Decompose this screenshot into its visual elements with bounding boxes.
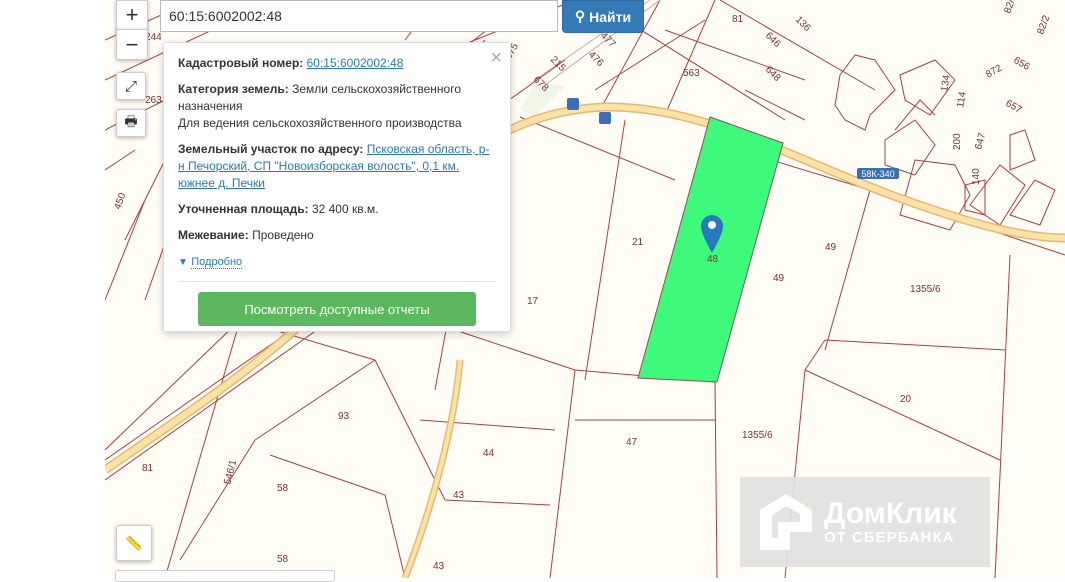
svg-text:263: 263 [145, 95, 162, 106]
svg-text:49: 49 [825, 242, 837, 253]
svg-text:563: 563 [683, 68, 700, 79]
zoom-out-button[interactable]: − [116, 29, 148, 60]
svg-text:81: 81 [732, 14, 744, 25]
area-label: Уточненная площадь: [178, 202, 309, 216]
svg-text:1355/6: 1355/6 [910, 284, 941, 295]
magnifier-icon: ⚲ [574, 8, 586, 24]
svg-text:136: 136 [793, 14, 813, 34]
survey-value: Проведено [252, 228, 314, 242]
view-reports-button[interactable]: Посмотреть доступные отчеты [198, 292, 476, 326]
svg-text:43: 43 [433, 561, 445, 572]
svg-text:44: 44 [483, 448, 495, 459]
svg-text:48: 48 [707, 254, 719, 265]
fullscreen-button[interactable]: ⤢ [116, 72, 146, 100]
logo-line1: ДомКлик [824, 496, 957, 530]
caret-down-icon: ▼ [178, 257, 188, 268]
category-label: Категория земель: [178, 82, 289, 96]
print-button[interactable]: 🖶 [116, 109, 146, 137]
svg-text:20: 20 [900, 394, 912, 405]
svg-text:1355/6: 1355/6 [742, 430, 773, 441]
svg-text:58К-340: 58К-340 [861, 169, 894, 179]
ruler-icon: 📏 [125, 534, 143, 551]
search-button-label: Найти [589, 8, 632, 25]
svg-text:647: 647 [973, 131, 988, 150]
bus-stop-icon [599, 112, 611, 124]
svg-text:200: 200 [952, 133, 963, 150]
svg-text:17: 17 [527, 296, 539, 307]
divider [178, 281, 496, 282]
svg-text:21: 21 [632, 237, 644, 248]
expand-icon: ⤢ [124, 77, 137, 95]
svg-text:657: 657 [1004, 98, 1024, 116]
svg-text:93: 93 [338, 411, 350, 422]
svg-text:58: 58 [277, 483, 289, 494]
search-input[interactable] [160, 0, 558, 32]
area-value: 32 400 кв.м. [311, 202, 379, 216]
bottom-panel [115, 570, 335, 582]
usage-value: Для ведения сельскохозяйственного произв… [178, 116, 462, 130]
domclick-logo: ДомКлик ОТ СБЕРБАНКА [740, 477, 990, 567]
road-sign: 58К-340 [857, 168, 899, 179]
svg-text:648: 648 [763, 64, 783, 84]
survey-label: Межевание: [178, 228, 249, 242]
svg-text:43: 43 [453, 490, 465, 501]
svg-text:82/2: 82/2 [1035, 14, 1052, 36]
search-button[interactable]: ⚲ Найти [562, 0, 644, 33]
svg-text:140: 140 [971, 168, 982, 185]
svg-text:215: 215 [548, 54, 568, 74]
bus-stop-icon [567, 98, 579, 110]
address-label: Земельный участок по адресу: [178, 142, 364, 156]
more-details-link[interactable]: Подробно [191, 256, 243, 269]
zoom-in-button[interactable]: + [116, 0, 148, 30]
svg-text:450: 450 [112, 191, 128, 211]
svg-text:114: 114 [955, 90, 969, 108]
svg-text:872: 872 [984, 63, 1004, 81]
cadastral-label: Кадастровый номер: [178, 56, 304, 70]
svg-text:656: 656 [1012, 55, 1032, 73]
logo-line2: ОТ СБЕРБАНКА [824, 528, 955, 546]
svg-text:58: 58 [277, 554, 289, 565]
svg-text:82/: 82/ [1002, 0, 1017, 15]
printer-icon: 🖶 [124, 113, 138, 129]
svg-text:134: 134 [939, 74, 953, 93]
ruler-button[interactable]: 📏 [116, 525, 152, 561]
close-icon[interactable]: × [490, 47, 502, 70]
svg-text:49: 49 [773, 273, 785, 284]
parcel-info-popup: × Кадастровый номер: 60:15:6002002:48 Ка… [163, 42, 511, 332]
svg-text:646: 646 [763, 30, 783, 50]
cadastral-number-link[interactable]: 60:15:6002002:48 [307, 56, 404, 70]
svg-text:81: 81 [142, 463, 154, 474]
svg-text:47: 47 [626, 437, 638, 448]
house-logo-icon [760, 494, 812, 550]
svg-text:546/1: 546/1 [222, 458, 239, 485]
